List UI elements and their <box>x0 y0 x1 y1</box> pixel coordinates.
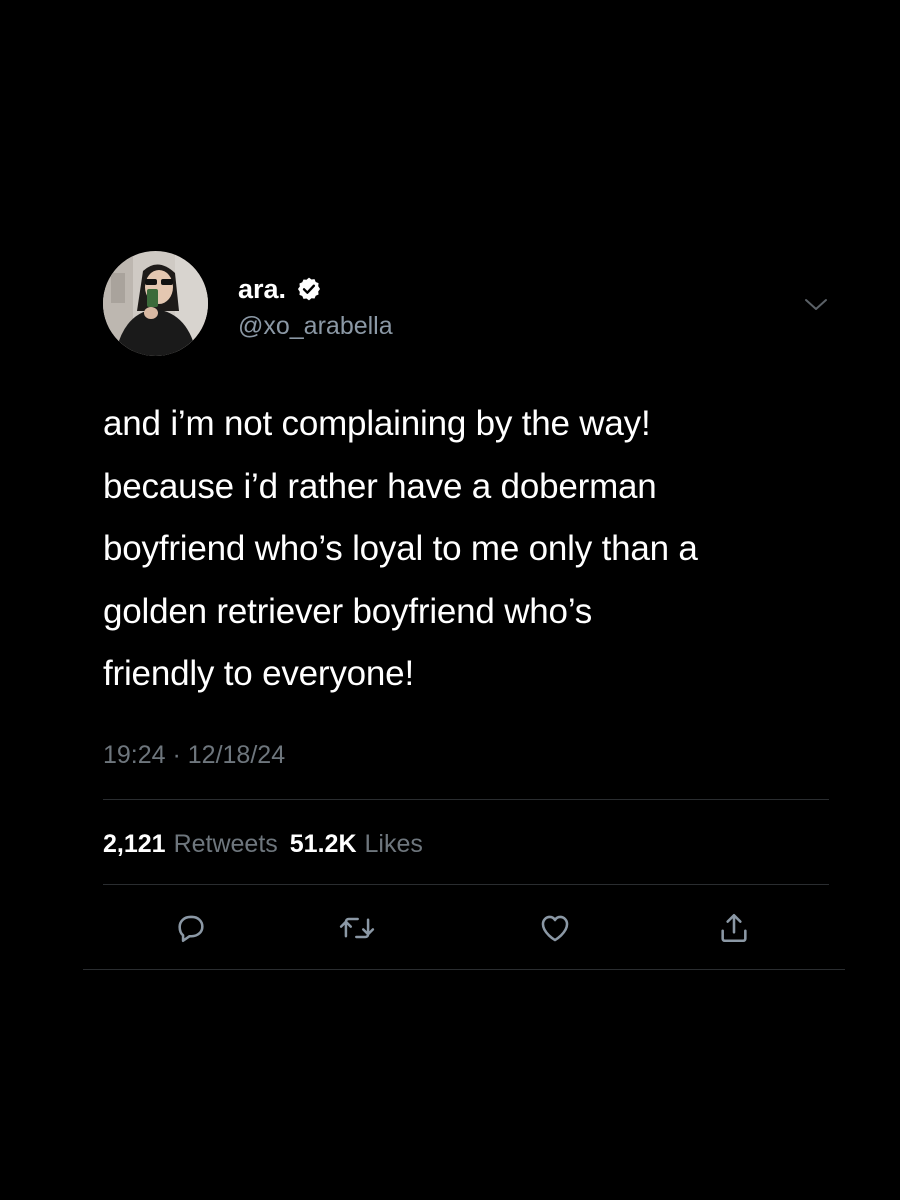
display-name: ara. <box>238 274 287 304</box>
retweet-button[interactable] <box>337 908 377 948</box>
user-handle[interactable]: @xo_arabella <box>238 311 393 341</box>
verified-badge-icon <box>296 276 322 302</box>
retweets-count: 2,121 <box>103 830 166 858</box>
retweets-label: Retweets <box>173 830 278 858</box>
like-icon <box>541 915 569 942</box>
share-icon <box>721 913 747 943</box>
reply-button[interactable] <box>171 908 211 948</box>
share-button[interactable] <box>714 908 754 948</box>
engagement-stats: 2,121 Retweets 51.2K Likes <box>103 829 435 859</box>
divider <box>103 799 829 800</box>
avatar[interactable] <box>103 251 208 356</box>
more-options-chevron-down-icon[interactable] <box>803 296 829 314</box>
divider <box>103 884 829 885</box>
tweet-timestamp: 19:24 · 12/18/24 <box>103 741 286 769</box>
likes-count: 51.2K <box>289 830 357 858</box>
likes-stat[interactable]: 51.2K Likes <box>290 829 423 859</box>
author-name-row[interactable]: ara. <box>238 273 322 305</box>
tweet-text: and i’m not complaining by the way! beca… <box>103 404 698 693</box>
likes-label: Likes <box>364 830 423 858</box>
retweets-stat[interactable]: 2,121 Retweets <box>103 829 278 859</box>
like-button[interactable] <box>535 908 575 948</box>
retweet-icon <box>339 917 375 939</box>
tweet-card: ara. @xo_arabella and i’m not complainin… <box>0 0 900 1200</box>
divider <box>83 969 845 970</box>
reply-icon <box>178 915 204 943</box>
